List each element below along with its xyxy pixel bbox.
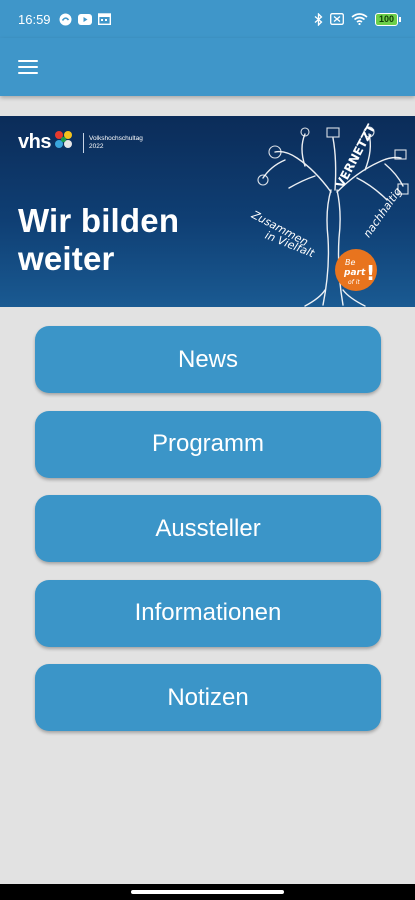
badge-line2: part [343, 268, 366, 278]
status-time: 16:59 [18, 11, 51, 27]
battery-tip [399, 16, 401, 22]
tree-word-vernetzt: VERNETZT [333, 121, 379, 190]
hero-banner: vhs Volkshochschultag 2022 Wir bilden we… [0, 116, 415, 307]
news-button[interactable]: News [35, 326, 381, 393]
bluetooth-icon [314, 12, 323, 26]
status-right: 100 [314, 12, 401, 26]
logo-subtitle: Volkshochschultag 2022 [89, 135, 143, 151]
status-bar: 16:59 100 [0, 0, 415, 38]
navigation-bar [0, 884, 415, 900]
wifi-icon [351, 13, 368, 25]
battery-saver-icon [330, 13, 344, 25]
notizen-button[interactable]: Notizen [35, 664, 381, 731]
informationen-button[interactable]: Informationen [35, 579, 381, 647]
banner-title-line2: weiter [18, 240, 115, 277]
badge-line1: Be [345, 258, 355, 267]
logo-subtitle-line2: 2022 [88, 142, 104, 150]
tree-word-nachhaltig: nachhaltig [361, 185, 405, 240]
hamburger-icon[interactable] [18, 55, 42, 79]
youtube-icon [77, 13, 92, 25]
calendar-icon [97, 13, 111, 25]
tree-illustration: VERNETZT Zusammen in Vielfalt nachhaltig… [248, 121, 409, 307]
main-menu: News Programm Aussteller Informationen N… [35, 326, 381, 749]
badge-line3: of it [348, 279, 360, 286]
vhs-logo-text: vhs [18, 131, 51, 153]
battery-level: 100 [374, 12, 398, 26]
programm-button[interactable]: Programm [35, 410, 381, 478]
aussteller-button[interactable]: Aussteller [35, 495, 381, 562]
battery-indicator: 100 [374, 12, 401, 26]
badge-exclamation-icon: ! [366, 261, 375, 285]
vhs-logo: vhs Volkshochschultag 2022 [18, 130, 143, 155]
app-bar [0, 38, 415, 96]
home-indicator[interactable] [131, 890, 284, 894]
logo-divider [82, 132, 84, 153]
vhs-logo-dots-icon [53, 130, 75, 155]
cloud-sync-icon [59, 13, 72, 26]
logo-subtitle-line1: Volkshochschultag [88, 134, 143, 142]
banner-title: Wir bilden weiter [18, 202, 179, 278]
status-left: 16:59 [18, 12, 111, 27]
banner-title-line1: Wir bilden [18, 202, 180, 239]
